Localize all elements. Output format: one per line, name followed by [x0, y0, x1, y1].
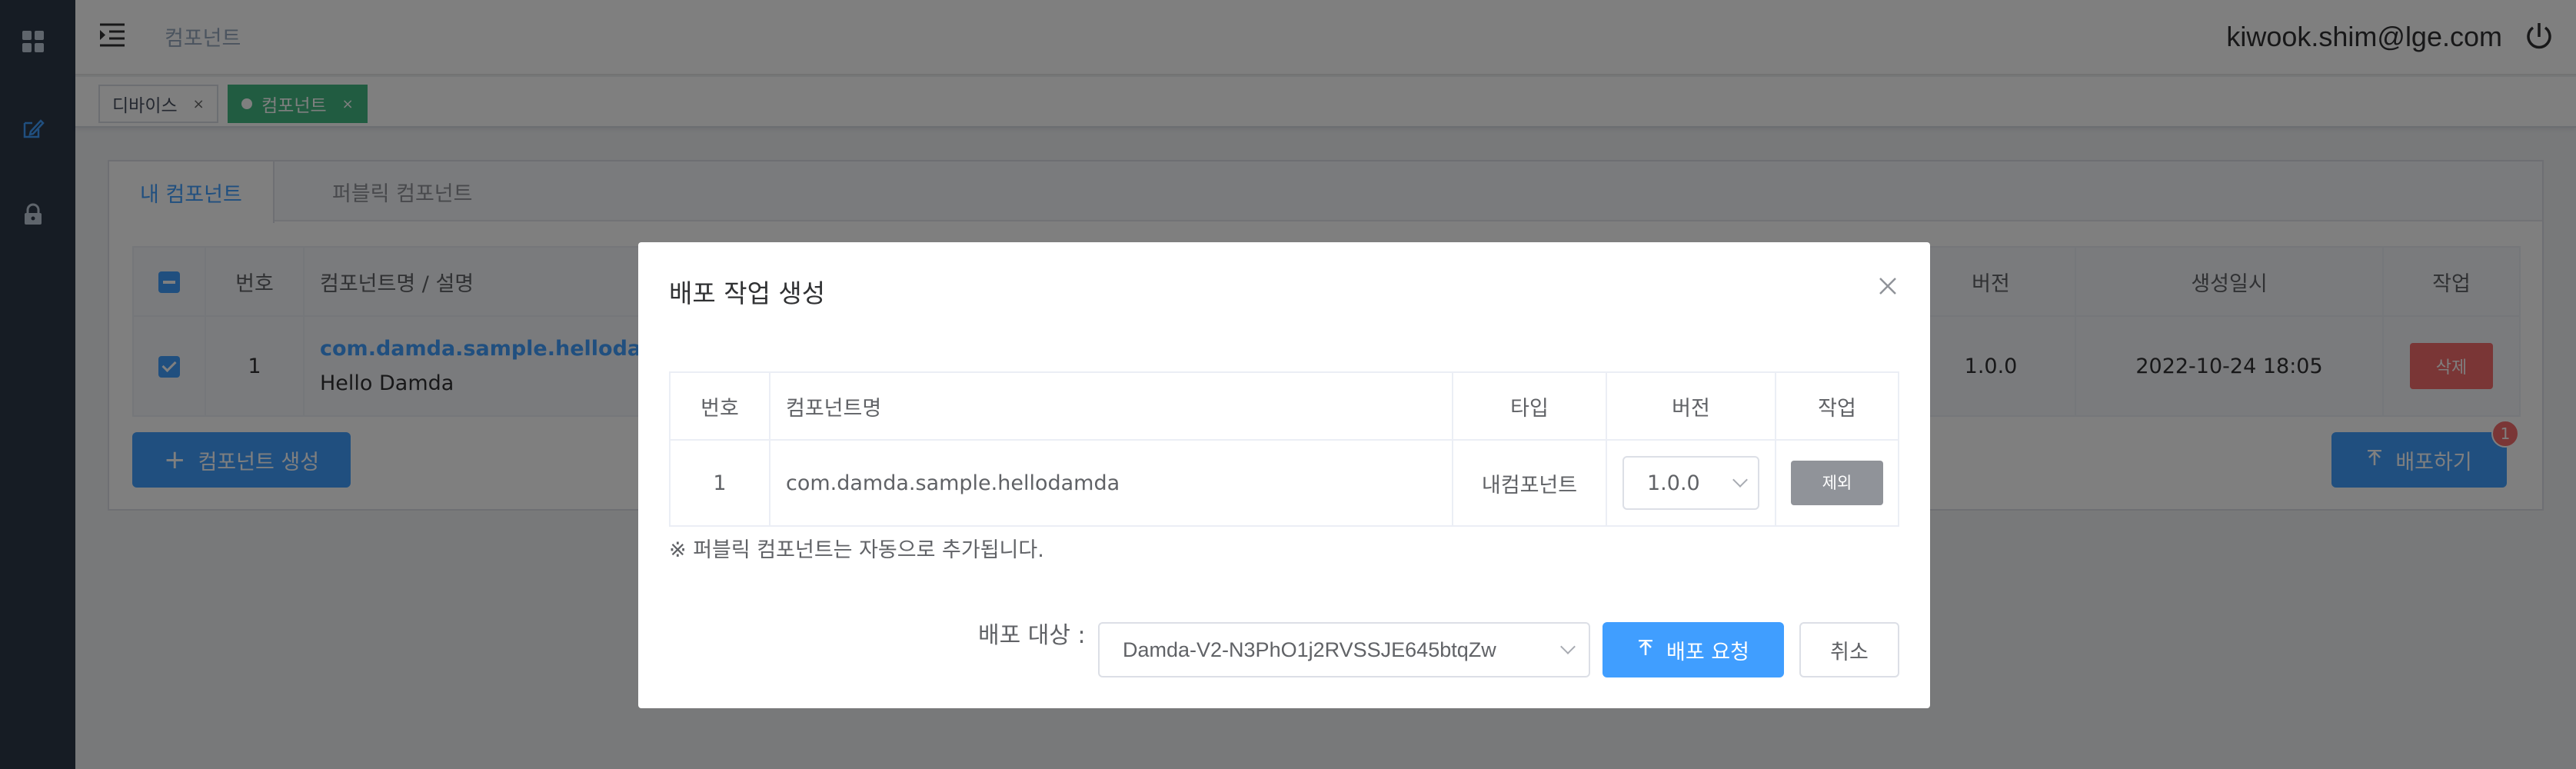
exclude-button[interactable]: 제외 [1791, 461, 1883, 505]
deploy-target-value: Damda-V2-N3PhO1j2RVSSJE645btqZw [1123, 638, 1496, 661]
table-row: 1 com.damda.sample.hellodamda 내컴포넌트 1.0.… [669, 439, 1899, 527]
col-action: 작업 [1775, 371, 1899, 441]
deploy-request-button[interactable]: 배포 요청 [1603, 622, 1784, 677]
upload-icon [1637, 638, 1654, 662]
row-type: 내컴포넌트 [1452, 439, 1607, 527]
public-component-note: ※ 퍼블릭 컴포넌트는 자동으로 추가됩니다. [669, 538, 1044, 562]
row-version-cell: 1.0.0 [1606, 439, 1776, 527]
cancel-button[interactable]: 취소 [1799, 622, 1899, 677]
close-icon[interactable] [1876, 275, 1899, 298]
version-value: 1.0.0 [1647, 471, 1700, 495]
table-header-row: 번호 컴포넌트명 타입 버전 작업 [669, 371, 1899, 441]
version-select[interactable]: 1.0.0 [1622, 456, 1759, 510]
row-name: com.damda.sample.hellodamda [769, 439, 1453, 527]
deploy-target-label: 배포 대상 : [978, 622, 1086, 649]
deploy-component-table: 번호 컴포넌트명 타입 버전 작업 1 com.damda.sample.hel… [669, 371, 1899, 527]
col-no: 번호 [669, 371, 770, 441]
chevron-down-icon [1560, 639, 1576, 654]
row-action-cell: 제외 [1775, 439, 1899, 527]
row-no: 1 [669, 439, 770, 527]
col-name: 컴포넌트명 [769, 371, 1453, 441]
col-version: 버전 [1606, 371, 1776, 441]
deploy-request-label: 배포 요청 [1666, 640, 1749, 664]
deploy-target-select[interactable]: Damda-V2-N3PhO1j2RVSSJE645btqZw [1098, 622, 1590, 677]
create-deploy-dialog: 배포 작업 생성 번호 컴포넌트명 타입 버전 작업 1 com.damda.s… [638, 242, 1930, 708]
dialog-title: 배포 작업 생성 [669, 278, 826, 308]
chevron-down-icon [1732, 472, 1748, 488]
col-type: 타입 [1452, 371, 1607, 441]
